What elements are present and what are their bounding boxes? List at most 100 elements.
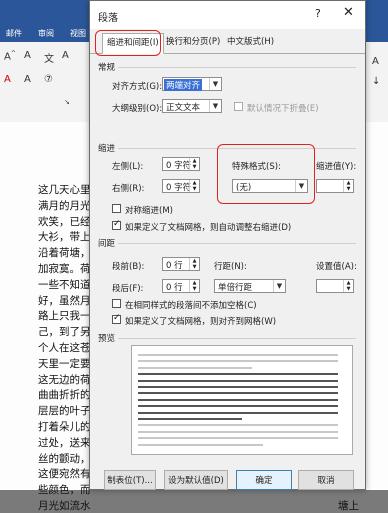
preview-text-line [138, 411, 338, 414]
document-text-line: 大衫，带上 [38, 231, 91, 244]
left-indent-spinner[interactable]: 0 字符 ▲ ▼ [162, 157, 200, 171]
alignment-label: 对齐方式(G): [112, 82, 163, 92]
ok-button[interactable]: 确定 [236, 470, 292, 490]
font-color-icon[interactable]: A [4, 74, 11, 85]
dialog-tabs: 缩进和间距(I) 换行和分页(P) 中文版式(H) [90, 33, 365, 54]
outline-level-value: 正文文本 [166, 103, 201, 113]
tab-asian-typography[interactable]: 中文版式(H) [223, 33, 278, 52]
char-shading-icon[interactable]: A [24, 74, 31, 85]
spacing-section-title: 间距 [98, 239, 116, 249]
font-size-icon[interactable]: A^ [4, 50, 16, 62]
general-separator [118, 67, 356, 68]
dialog-title: 段落 [98, 13, 118, 24]
document-text-line: 丝的颤动， [38, 452, 91, 465]
char-border-icon[interactable]: A [62, 50, 69, 61]
left-indent-value: 0 字符 [166, 161, 192, 171]
preview-text-line [138, 430, 338, 433]
document-text-line: 这便宛然有 [38, 468, 91, 481]
preview-text-line [138, 386, 338, 388]
document-text-line: 月光如流水 [38, 500, 91, 512]
space-after-value: 0 行 [166, 283, 183, 293]
space-before-spinner[interactable]: 0 行 ▲ ▼ [162, 257, 200, 271]
document-text-line: 满月的月光 [38, 199, 91, 212]
preview-text-line [138, 437, 338, 440]
special-indent-value: (无) [236, 183, 252, 193]
collapse-checkbox[interactable] [234, 102, 243, 111]
paragraph-preview [131, 345, 353, 455]
ribbon-tab-review[interactable]: 审阅 [38, 28, 54, 39]
alignment-dropdown[interactable]: 两端对齐 ▼ [162, 77, 222, 91]
outline-level-dropdown[interactable]: 正文文本 ▼ [162, 99, 222, 113]
document-text-line: 加寂寞。荷 [38, 263, 91, 275]
dialog-titlebar[interactable]: 段落 ? ✕ [90, 1, 365, 29]
alignment-value: 两端对齐 [164, 79, 203, 91]
mirror-indents-checkbox[interactable] [112, 204, 121, 213]
preview-text-line [138, 373, 338, 376]
preview-text-line [138, 443, 263, 446]
spacing-at-spinner[interactable]: ▲ ▼ [316, 279, 354, 293]
chevron-down-icon: ▼ [209, 100, 221, 112]
spinner-arrows-icon[interactable]: ▲ ▼ [189, 158, 199, 170]
paragraph-dialog: 段落 ? ✕ 缩进和间距(I) 换行和分页(P) 中文版式(H) 常规 对齐方式… [89, 0, 366, 490]
preview-text-line [138, 418, 242, 420]
indent-by-label: 缩进值(Y): [316, 162, 357, 172]
styles-pane-icon[interactable]: A [372, 56, 379, 67]
phonetic-icon[interactable]: 文 [44, 50, 54, 65]
space-before-value: 0 行 [166, 261, 183, 271]
spinner-arrows-icon[interactable]: ▲ ▼ [343, 180, 353, 192]
font-dialog-launcher-icon[interactable]: ↘ [64, 98, 70, 106]
select-icon[interactable]: ↓ [372, 76, 380, 87]
snap-to-grid-checkbox[interactable] [112, 313, 121, 324]
chevron-down-icon: ▼ [209, 78, 221, 90]
no-space-same-style-label: 在相同样式的段落间不添加空格(C) [125, 301, 257, 311]
general-section-title: 常规 [98, 63, 116, 73]
document-text-line: 曲曲折折的 [38, 389, 91, 402]
document-text-line: 己，到了另 [38, 326, 91, 339]
spacing-at-label: 设置值(A): [316, 262, 357, 272]
ribbon-tab-mail[interactable]: 邮件 [6, 28, 22, 39]
preview-text-line [138, 398, 338, 401]
preview-text-line [138, 366, 252, 369]
document-text-line: 这无边的荷 [38, 373, 91, 386]
preview-text-line [138, 354, 338, 356]
tabs-button[interactable]: 制表位(T)... [104, 470, 156, 490]
enclose-char-icon[interactable]: ⑦ [44, 74, 53, 85]
ribbon-tab-view[interactable]: 视图 [70, 28, 86, 39]
spinner-arrows-icon[interactable]: ▲ ▼ [343, 280, 353, 292]
cancel-button[interactable]: 取消 [298, 470, 354, 490]
special-format-highlight-annotation [217, 144, 315, 204]
space-after-spinner[interactable]: 0 行 ▲ ▼ [162, 279, 200, 293]
left-indent-label: 左侧(L): [112, 162, 144, 172]
spinner-arrows-icon[interactable]: ▲ ▼ [189, 180, 199, 192]
document-text-line: 层层的叶子 [38, 405, 91, 418]
right-indent-value: 0 字符 [166, 183, 192, 193]
line-spacing-dropdown[interactable]: 单倍行距 ▼ [214, 279, 286, 293]
auto-adjust-checkbox[interactable] [112, 219, 121, 230]
tab-line-page-breaks[interactable]: 换行和分页(P) [162, 33, 224, 52]
outline-level-label: 大纲级别(O): [112, 104, 163, 114]
clear-format-icon[interactable]: A [24, 50, 31, 61]
document-text-line: 天里一定要 [38, 357, 91, 370]
line-spacing-label: 行距(N): [214, 262, 247, 272]
help-icon[interactable]: ? [315, 7, 321, 20]
auto-adjust-label: 如果定义了文档网格，则自动调整右缩进(D) [125, 223, 292, 233]
indent-section-title: 缩进 [98, 144, 116, 154]
document-text-line: 沿着荷塘， [38, 247, 91, 260]
snap-to-grid-label: 如果定义了文档网格，则对齐到网格(W) [125, 317, 277, 327]
document-text-line: 一些不知道 [38, 278, 91, 291]
document-text-line: 打着朵儿的 [38, 421, 91, 433]
tab-indent-spacing[interactable]: 缩进和间距(I) [102, 33, 164, 54]
mirror-indents-label: 对称缩进(M) [125, 206, 173, 216]
spinner-arrows-icon[interactable]: ▲ ▼ [189, 280, 199, 292]
no-space-same-style-checkbox[interactable] [112, 299, 121, 308]
indent-by-spinner[interactable]: ▲ ▼ [316, 179, 354, 193]
spinner-arrows-icon[interactable]: ▲ ▼ [189, 258, 199, 270]
right-indent-label: 右侧(R): [112, 184, 145, 194]
set-default-button[interactable]: 设为默认值(D) [164, 470, 228, 490]
preview-separator [118, 338, 356, 339]
chevron-down-icon: ▼ [273, 280, 285, 292]
special-indent-dropdown[interactable]: (无) ▼ [232, 179, 308, 193]
document-text-line: 路上只我一 [38, 310, 91, 323]
right-indent-spinner[interactable]: 0 字符 ▲ ▼ [162, 179, 200, 193]
close-icon[interactable]: ✕ [343, 5, 354, 20]
